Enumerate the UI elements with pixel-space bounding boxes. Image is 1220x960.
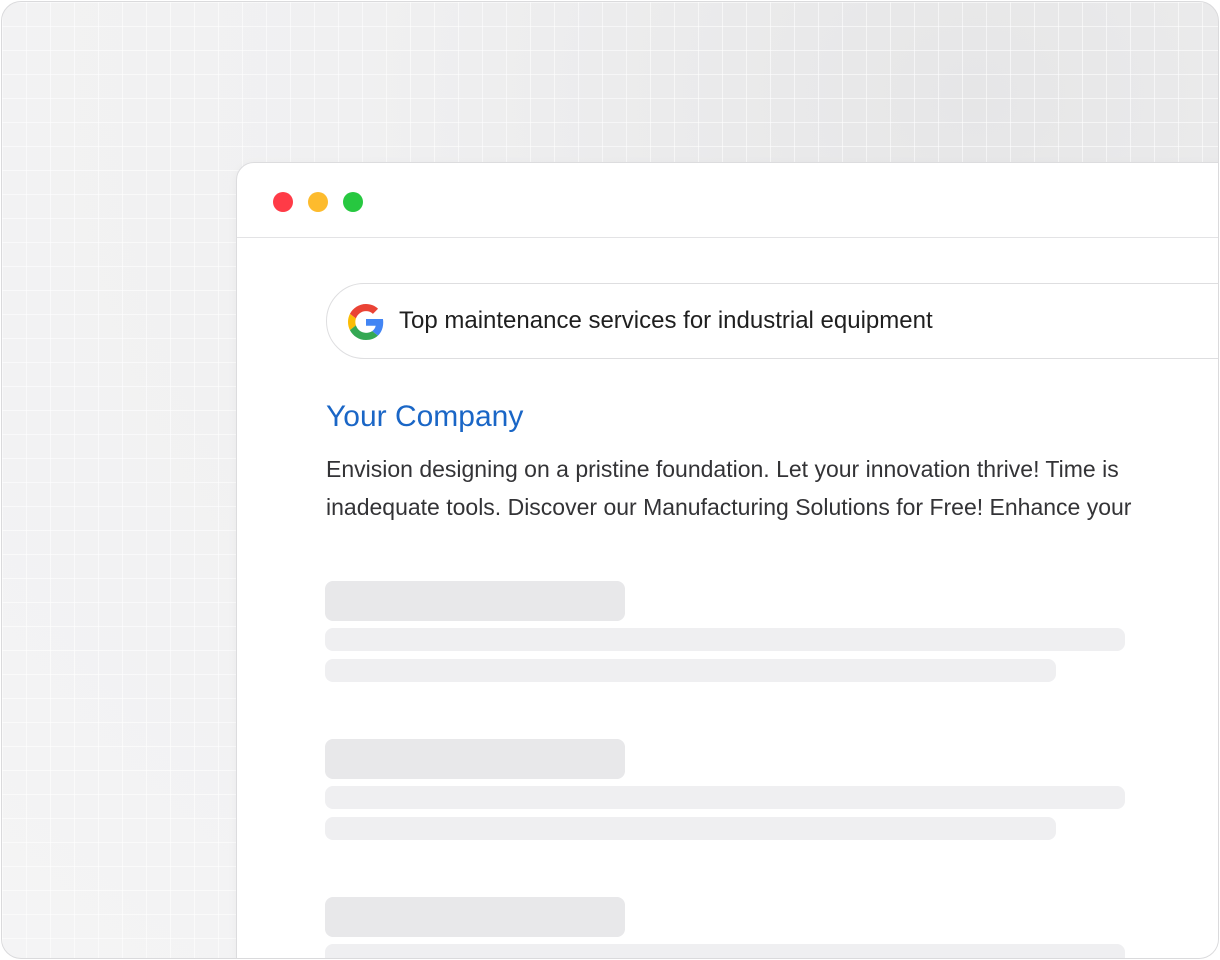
result-snippet-line: inadequate tools. Discover our Manufactu…	[326, 494, 1132, 520]
placeholder-text-line	[325, 944, 1125, 958]
search-bar[interactable]: Top maintenance services for industrial …	[326, 283, 1218, 359]
close-window-button[interactable]	[273, 192, 293, 212]
placeholder-text-line	[325, 817, 1056, 840]
placeholder-title-bar	[325, 739, 625, 779]
placeholder-title-bar	[325, 897, 625, 937]
background-frame: Top maintenance services for industrial …	[1, 1, 1219, 959]
minimize-window-button[interactable]	[308, 192, 328, 212]
placeholder-title-bar	[325, 581, 625, 621]
window-titlebar	[237, 163, 1218, 238]
browser-window: Top maintenance services for industrial …	[236, 162, 1218, 958]
result-title-link[interactable]: Your Company	[326, 400, 523, 434]
placeholder-text-line	[325, 786, 1125, 809]
google-g-icon	[348, 304, 384, 340]
placeholder-text-line	[325, 659, 1056, 682]
result-snippet: Envision designing on a pristine foundat…	[326, 450, 1218, 526]
result-snippet-line: Envision designing on a pristine foundat…	[326, 456, 1119, 482]
placeholder-text-line	[325, 628, 1125, 651]
maximize-window-button[interactable]	[343, 192, 363, 212]
search-query-text[interactable]: Top maintenance services for industrial …	[399, 307, 933, 335]
